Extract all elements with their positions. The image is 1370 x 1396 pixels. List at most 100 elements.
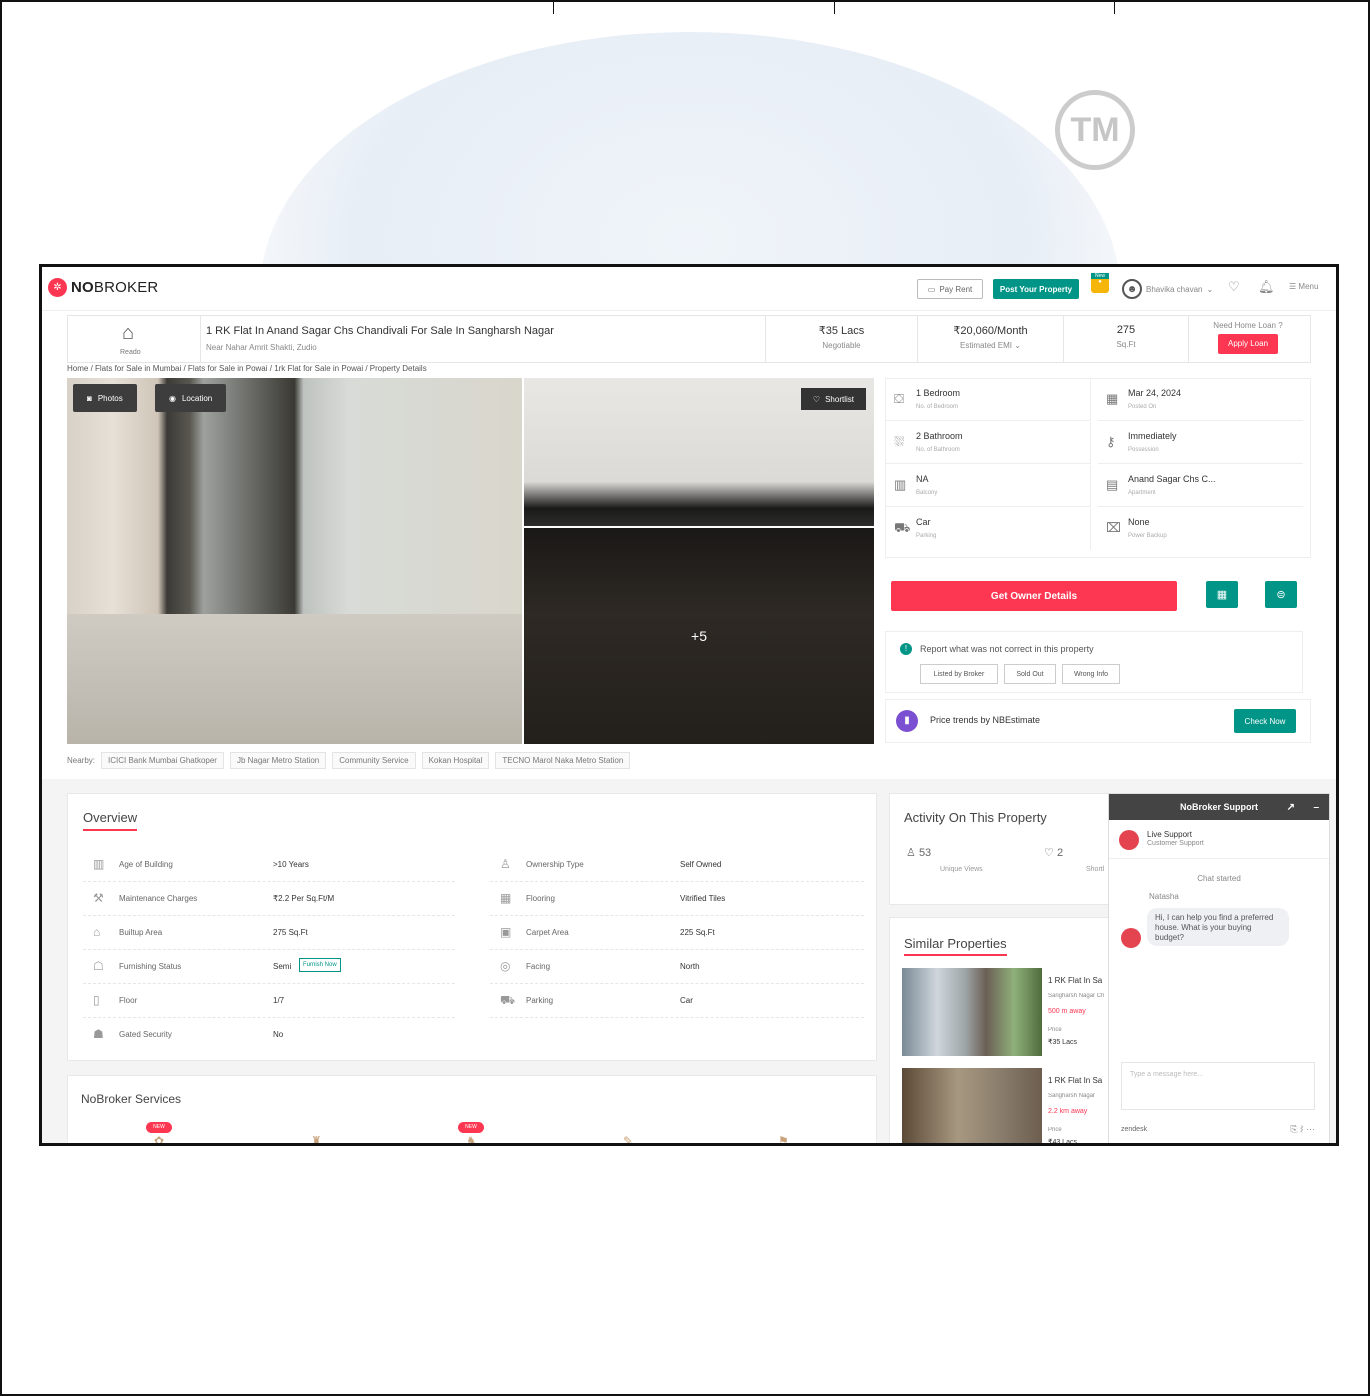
breadcrumb[interactable]: Home / Flats for Sale in Mumbai / Flats … — [67, 364, 427, 373]
detail-posted: ▦ Mar 24, 2024 Posted On — [1098, 379, 1303, 421]
services-panel: NoBroker Services NEW NEW ✿ ♜ ♞ ✎ ⚑ — [67, 1075, 877, 1143]
overview-row: ⚒ Maintenance Charges ₹2.2 Per Sq.Ft/M — [83, 882, 455, 916]
shortlists-value: 2 — [1056, 847, 1064, 859]
detail-label: Posted On — [1128, 404, 1157, 410]
report-listed-by-broker-button[interactable]: Listed by Broker — [920, 664, 998, 684]
apply-loan-button[interactable]: Apply Loan — [1218, 334, 1278, 354]
similar-property-title[interactable]: 1 RK Flat In Sa — [1048, 976, 1108, 985]
agent-name: Live Support — [1147, 830, 1192, 839]
overview-value: 1/7 — [273, 996, 285, 1005]
service-icon[interactable]: ⚑ — [778, 1134, 789, 1143]
emi-cell[interactable]: ₹20,060/Month Estimated EMI ⌄ — [918, 316, 1064, 362]
calculator-icon[interactable]: ▦ — [1206, 581, 1238, 608]
home-loan-box: Need Home Loan ? Apply Loan — [1193, 321, 1303, 354]
overview-key: Maintenance Charges — [119, 894, 198, 903]
nearby-chip[interactable]: ICICI Bank Mumbai Ghatkoper — [101, 751, 224, 769]
emi-note-label: Estimated EMI — [960, 341, 1013, 350]
service-icon[interactable]: ✿ — [154, 1134, 164, 1143]
heart-icon[interactable]: ♡ — [1228, 279, 1240, 295]
property-address: Near Nahar Amrit Shakti, Zudio — [206, 343, 317, 352]
activity-title: Activity On This Property — [904, 810, 1047, 825]
service-icon[interactable]: ✎ — [623, 1134, 633, 1143]
nobroker-logo[interactable]: ✲ NOBROKER — [48, 278, 158, 297]
report-box: ! Report what was not correct in this pr… — [885, 631, 1303, 693]
detail-value: 1 Bedroom — [916, 388, 961, 398]
nearby-chip[interactable]: Community Service — [332, 751, 416, 769]
similar-property-price-label: Price — [1048, 1127, 1062, 1133]
nearby-chip[interactable]: Kokan Hospital — [421, 751, 490, 769]
location-label: Location — [181, 393, 213, 403]
shortlist-count: ♡ 2 — [1044, 846, 1063, 859]
views-value: 53 — [918, 847, 932, 859]
overview-value: 225 Sq.Ft — [680, 928, 715, 937]
detail-value: Car — [916, 517, 931, 527]
detail-balcony: ▥ NA Balcony — [886, 465, 1091, 507]
photo-thumbnail-more[interactable]: +5 — [524, 528, 874, 744]
detail-label: No. of Bathroom — [916, 447, 960, 453]
minimize-icon[interactable]: – — [1313, 802, 1319, 813]
similar-property-distance: 2.2 km away — [1048, 1108, 1088, 1115]
report-text: Report what was not correct in this prop… — [920, 644, 1094, 654]
agent-avatar — [1119, 830, 1139, 850]
new-badge[interactable]: New ● — [1091, 273, 1109, 293]
overview-key: Age of Building — [119, 860, 173, 869]
overview-title: Overview — [83, 810, 138, 831]
detail-label: Possession — [1128, 447, 1159, 453]
overview-key: Carpet Area — [526, 928, 569, 937]
overview-value: Semi — [273, 962, 292, 971]
emi-note: Estimated EMI ⌄ — [960, 341, 1021, 350]
menu-button[interactable]: ☰ Menu — [1289, 282, 1318, 291]
detail-parking: ⛟ Car Parking — [886, 508, 1091, 550]
location-button[interactable]: ◉ Location — [155, 384, 227, 412]
overview-row: ♙ Ownership Type Self Owned — [490, 848, 864, 882]
reado-cell[interactable]: ⌂ Reado — [68, 316, 201, 362]
photo-thumbnail[interactable]: ♡ Shortlist — [524, 378, 874, 526]
reado-label: Reado — [120, 349, 141, 356]
chat-message-input[interactable]: Type a message here... — [1121, 1062, 1315, 1110]
overview-key: Gated Security — [119, 1030, 172, 1039]
overview-value: North — [680, 962, 700, 971]
shortlists-label: Shortl — [1086, 866, 1105, 873]
key-icon: ⚷ — [1106, 434, 1116, 449]
similar-property-image[interactable] — [902, 1068, 1042, 1143]
overview-panel: Overview ▥ Age of Building >10 Years ⚒ Main… — [67, 793, 877, 1061]
bell-icon[interactable]: 🔔︎ — [1258, 279, 1275, 295]
power-icon: ⌧ — [1106, 520, 1121, 535]
post-property-button[interactable]: Post Your Property — [993, 279, 1079, 299]
property-titlebar: ⌂ Reado 1 RK Flat In Anand Sagar Chs Cha… — [67, 315, 1311, 363]
balcony-icon: ▥ — [894, 477, 907, 492]
similar-property-image[interactable] — [902, 968, 1042, 1056]
compass-icon: ◉ — [169, 393, 176, 403]
calendar-icon: ▦ — [1106, 391, 1119, 406]
nearby-chip[interactable]: TECNO Marol Naka Metro Station — [495, 751, 631, 769]
detail-value: Immediately — [1128, 431, 1177, 441]
detail-value: NA — [916, 474, 929, 484]
check-now-button[interactable]: Check Now — [1234, 709, 1296, 733]
similar-property-title[interactable]: 1 RK Flat In Sa — [1048, 1076, 1108, 1085]
more-icon[interactable]: ⋯ — [1306, 1124, 1315, 1134]
views-label: Unique Views — [940, 866, 983, 873]
photos-button[interactable]: ◙ Photos — [73, 384, 137, 412]
service-icon[interactable]: ♜ — [311, 1134, 322, 1143]
overview-key: Parking — [526, 996, 554, 1005]
pay-rent-button[interactable]: ▭ Pay Rent — [917, 279, 983, 299]
paperclip-icon[interactable]: ⌇ — [1300, 1124, 1303, 1134]
chat-icon[interactable]: ⊜ — [1265, 581, 1297, 608]
main-photo[interactable]: ◙ Photos ◉ Location — [67, 378, 522, 744]
report-wrong-info-button[interactable]: Wrong Info — [1062, 664, 1120, 684]
attachment-icon[interactable]: ⎘ — [1290, 1124, 1297, 1134]
info-icon: ! — [900, 643, 912, 655]
price-trends-text: Price trends by NBEstimate — [930, 715, 1041, 725]
report-sold-out-button[interactable]: Sold Out — [1004, 664, 1056, 684]
new-badge: NEW — [146, 1122, 172, 1133]
nearby-bar: Nearby: ICICI Bank Mumbai Ghatkoper Jb N… — [67, 750, 875, 770]
user-menu[interactable]: ☻ Bhavika chavan ⌄ — [1122, 279, 1213, 299]
service-icon[interactable]: ♞ — [466, 1134, 477, 1143]
nearby-chip[interactable]: Jb Nagar Metro Station — [229, 751, 327, 769]
house-icon: ⌂ — [122, 322, 135, 344]
shortlist-button[interactable]: ♡ Shortlist — [800, 388, 866, 410]
bath-icon: ⛆ — [894, 434, 905, 449]
expand-icon[interactable]: ↗ — [1287, 802, 1295, 813]
get-owner-details-button[interactable]: Get Owner Details — [891, 581, 1177, 611]
furnish-now-button[interactable]: Furnish Now — [299, 958, 341, 972]
